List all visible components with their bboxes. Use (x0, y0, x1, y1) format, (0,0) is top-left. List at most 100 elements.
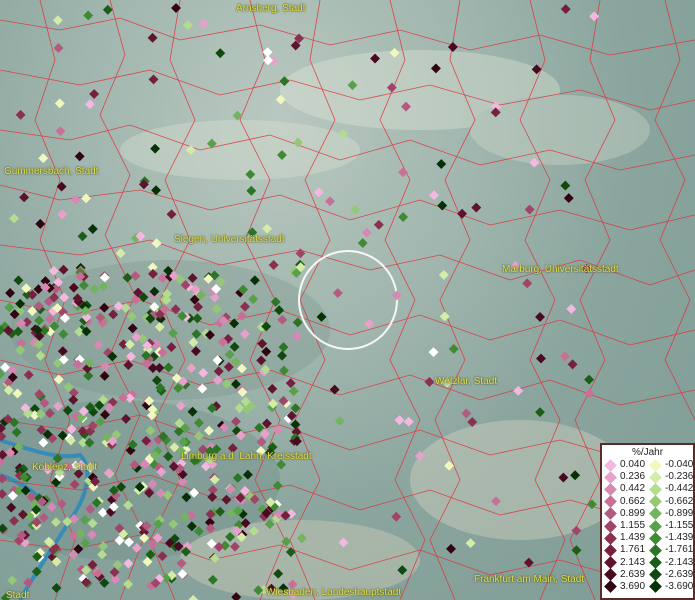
measurement-marker[interactable] (391, 290, 402, 301)
measurement-marker[interactable] (447, 42, 458, 52)
measurement-marker[interactable] (560, 180, 571, 191)
measurement-marker[interactable] (334, 415, 345, 426)
measurement-marker[interactable] (23, 369, 34, 380)
legend-entry: -0.442 (647, 483, 693, 496)
measurement-marker[interactable] (295, 248, 306, 259)
measurement-marker[interactable] (166, 209, 177, 220)
measurement-marker[interactable] (7, 575, 18, 586)
measurement-marker[interactable] (19, 192, 30, 203)
measurement-marker[interactable] (56, 181, 67, 192)
measurement-marker[interactable] (54, 98, 65, 109)
measurement-marker[interactable] (350, 204, 361, 215)
measurement-marker[interactable] (57, 209, 68, 220)
measurement-marker[interactable] (461, 408, 472, 419)
measurement-marker[interactable] (567, 359, 578, 370)
measurement-marker[interactable] (87, 224, 98, 234)
measurement-marker[interactable] (457, 208, 468, 219)
measurement-marker[interactable] (12, 388, 23, 399)
measurement-marker[interactable] (560, 351, 571, 362)
measurement-marker[interactable] (398, 167, 408, 178)
measurement-marker[interactable] (398, 212, 409, 222)
measurement-marker[interactable] (285, 378, 296, 389)
measurement-marker[interactable] (438, 269, 449, 280)
measurement-marker[interactable] (13, 275, 24, 286)
measurement-marker[interactable] (215, 48, 226, 59)
measurement-marker[interactable] (188, 594, 199, 600)
measurement-marker[interactable] (446, 543, 456, 554)
measurement-marker[interactable] (52, 15, 63, 26)
measurement-marker[interactable] (35, 218, 46, 229)
measurement-marker[interactable] (55, 126, 66, 137)
measurement-marker[interactable] (84, 99, 95, 110)
measurement-marker[interactable] (58, 264, 69, 275)
legend-entry: 0.040 (602, 458, 647, 472)
measurement-marker[interactable] (364, 319, 375, 330)
measurement-marker[interactable] (232, 110, 243, 121)
measurement-marker[interactable] (115, 248, 126, 259)
measurement-marker[interactable] (448, 343, 459, 354)
measurement-marker[interactable] (325, 196, 335, 207)
legend-label: -0.662 (665, 495, 694, 507)
measurement-marker[interactable] (584, 374, 595, 385)
measurement-marker[interactable] (361, 227, 372, 238)
measurement-marker[interactable] (70, 195, 81, 205)
measurement-marker[interactable] (524, 204, 535, 215)
city-label-limburg: Limburg a.d. Lahn, Kreisstadt (181, 451, 312, 462)
measurement-marker[interactable] (535, 312, 545, 322)
measurement-marker[interactable] (513, 385, 524, 396)
measurement-marker[interactable] (288, 386, 299, 397)
measurement-marker[interactable] (81, 193, 91, 204)
measurement-marker[interactable] (566, 303, 577, 314)
measurement-marker[interactable] (560, 4, 571, 15)
measurement-marker[interactable] (148, 74, 159, 85)
measurement-marker[interactable] (267, 383, 278, 394)
measurement-marker[interactable] (77, 231, 88, 242)
measurement-marker[interactable] (329, 384, 340, 395)
measurement-marker[interactable] (246, 185, 257, 196)
measurement-marker[interactable] (48, 265, 59, 276)
measurement-marker[interactable] (102, 4, 113, 15)
map-base-layer (0, 0, 695, 600)
measurement-marker[interactable] (429, 190, 440, 201)
legend-label: 0.236 (620, 471, 646, 483)
measurement-marker[interactable] (536, 353, 546, 364)
measurement-marker[interactable] (535, 407, 545, 418)
map-canvas[interactable]: Arnsberg, Stadt Gummersbach, Stadt Siege… (0, 0, 695, 600)
measurement-marker[interactable] (332, 288, 343, 298)
legend-entry: 0.662 (602, 495, 647, 509)
measurement-marker[interactable] (123, 558, 134, 569)
measurement-marker[interactable] (584, 388, 595, 399)
measurement-marker[interactable] (403, 416, 414, 427)
measurement-marker[interactable] (53, 43, 64, 53)
measurement-marker[interactable] (313, 187, 324, 198)
measurement-marker[interactable] (147, 32, 158, 43)
measurement-marker[interactable] (198, 19, 209, 30)
measurement-marker[interactable] (234, 403, 245, 414)
measurement-marker[interactable] (9, 213, 20, 224)
measurement-marker[interactable] (471, 202, 482, 213)
measurement-marker[interactable] (89, 89, 100, 99)
measurement-marker[interactable] (15, 109, 26, 120)
measurement-marker[interactable] (182, 20, 193, 31)
measurement-marker[interactable] (373, 219, 384, 230)
measurement-marker[interactable] (563, 193, 574, 204)
measurement-marker[interactable] (5, 288, 16, 298)
measurement-marker[interactable] (424, 376, 435, 387)
measurement-marker[interactable] (3, 385, 14, 396)
measurement-marker[interactable] (436, 159, 447, 169)
measurement-marker[interactable] (268, 260, 279, 270)
measurement-marker[interactable] (21, 283, 32, 294)
measurement-marker[interactable] (83, 10, 94, 21)
measurement-marker[interactable] (74, 151, 85, 162)
measurement-marker[interactable] (522, 278, 533, 289)
measurement-marker[interactable] (4, 302, 15, 313)
measurement-marker[interactable] (38, 153, 49, 164)
measurement-marker[interactable] (391, 511, 402, 522)
measurement-marker[interactable] (357, 238, 368, 248)
measurement-marker[interactable] (394, 415, 405, 426)
measurement-marker[interactable] (428, 347, 439, 358)
legend-entry: 0.442 (602, 483, 647, 496)
measurement-marker[interactable] (465, 538, 476, 549)
measurement-marker[interactable] (262, 223, 273, 234)
measurement-marker[interactable] (151, 238, 162, 249)
